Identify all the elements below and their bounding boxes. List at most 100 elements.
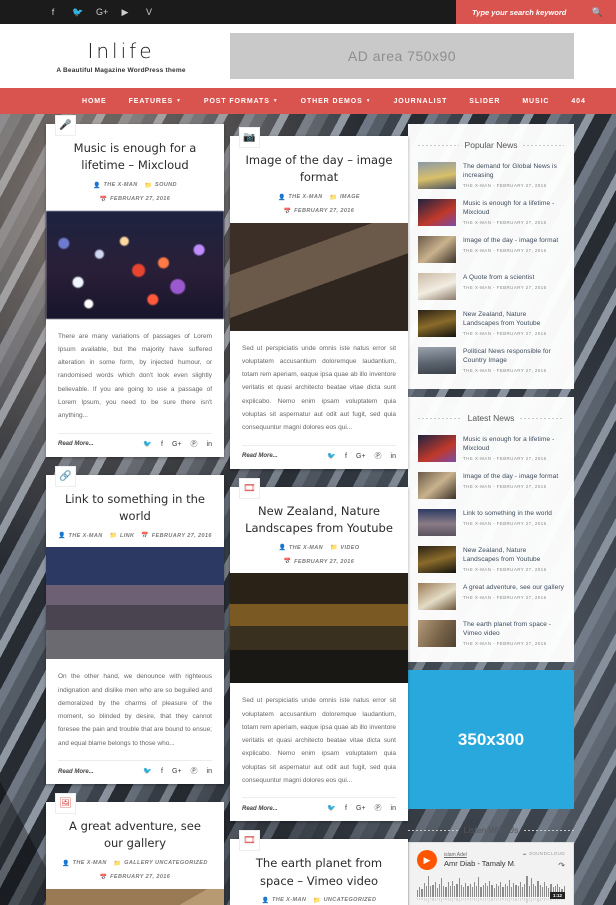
news-list-item[interactable]: A Quote from a scientist THE X-MAN - FEB… — [418, 268, 564, 305]
news-thumbnail[interactable] — [418, 620, 456, 647]
post-author[interactable]: 👤 THE X-MAN — [62, 860, 107, 867]
google-plus-icon[interactable]: G+ — [172, 441, 182, 448]
news-list-item[interactable]: New Zealand, Nature Landscapes from Yout… — [418, 541, 564, 578]
news-title[interactable]: The earth planet from space - Vimeo vide… — [463, 620, 564, 638]
twitter-icon[interactable]: 🐦 — [72, 7, 83, 17]
news-title[interactable]: Music is enough for a lifetime - Mixclou… — [463, 435, 564, 453]
post-author[interactable]: 👤 THE X-MAN — [278, 194, 323, 201]
news-thumbnail[interactable] — [418, 546, 456, 573]
news-thumbnail[interactable] — [418, 509, 456, 536]
news-title[interactable]: A great adventure, see our gallery — [463, 583, 564, 592]
news-title[interactable]: Image of the day - image format — [463, 236, 564, 245]
news-list-item[interactable]: Image of the day - image format THE X-MA… — [418, 231, 564, 268]
nav-item-post-formats[interactable]: POST FORMATS ▼ — [204, 98, 279, 105]
read-more-link[interactable]: Read More... — [242, 806, 278, 812]
google-plus-icon[interactable]: G+ — [96, 7, 108, 17]
pinterest-icon[interactable]: Ⓟ — [191, 441, 198, 448]
news-title[interactable]: Political News responsible for Country I… — [463, 347, 564, 365]
pinterest-icon[interactable]: Ⓟ — [375, 453, 382, 460]
post-category[interactable]: 📁 UNCATEGORIZED — [313, 897, 376, 904]
twitter-icon[interactable]: 🐦 — [143, 768, 152, 775]
read-more-link[interactable]: Read More... — [58, 441, 94, 447]
facebook-icon[interactable]: f — [345, 805, 347, 812]
news-list-item[interactable]: The earth planet from space - Vimeo vide… — [418, 615, 564, 652]
news-title[interactable]: New Zealand, Nature Landscapes from Yout… — [463, 310, 564, 328]
news-list-item[interactable]: Link to something in the world THE X-MAN… — [418, 504, 564, 541]
search-input[interactable] — [472, 7, 585, 17]
news-title[interactable]: A Quote from a scientist — [463, 273, 564, 282]
twitter-icon[interactable]: 🐦 — [327, 453, 336, 460]
post-card[interactable]: 🎞 The earth planet from space – Vimeo vi… — [230, 830, 408, 905]
news-title[interactable]: The demand for Global News is increasing — [463, 162, 564, 180]
news-list-item[interactable]: New Zealand, Nature Landscapes from Yout… — [418, 305, 564, 342]
news-thumbnail[interactable] — [418, 162, 456, 189]
news-title[interactable]: New Zealand, Nature Landscapes from Yout… — [463, 546, 564, 564]
google-plus-icon[interactable]: G+ — [172, 768, 182, 775]
post-card[interactable]: 🖼 A great adventure, see our gallery 👤 TH… — [46, 793, 224, 905]
post-thumbnail[interactable] — [46, 210, 224, 319]
nav-item-home[interactable]: HOME — [82, 98, 107, 105]
news-thumbnail[interactable] — [418, 236, 456, 263]
news-list-item[interactable]: Political News responsible for Country I… — [418, 342, 564, 379]
news-list-item[interactable]: Music is enough for a lifetime - Mixclou… — [418, 430, 564, 467]
news-list-item[interactable]: Image of the day - image format THE X-MA… — [418, 467, 564, 504]
post-title[interactable]: Image of the day – image format — [242, 152, 396, 187]
facebook-icon[interactable]: f — [345, 453, 347, 460]
post-title[interactable]: Link to something in the world — [58, 491, 212, 526]
linkedin-icon[interactable]: in — [207, 441, 212, 448]
post-card[interactable]: 📷 Image of the day – image format 👤 THE X… — [230, 127, 408, 469]
facebook-icon[interactable]: f — [161, 768, 163, 775]
post-card[interactable]: 🎤 Music is enough for a lifetime – Mixcl… — [46, 115, 224, 457]
post-card[interactable]: 🔗 Link to something in the world 👤 THE X-… — [46, 465, 224, 785]
news-title[interactable]: Link to something in the world — [463, 509, 564, 518]
pinterest-icon[interactable]: Ⓟ — [375, 805, 382, 812]
search-box[interactable]: 🔍 — [456, 0, 616, 24]
news-list-item[interactable]: A great adventure, see our gallery THE X… — [418, 578, 564, 615]
post-thumbnail[interactable] — [230, 222, 408, 331]
post-category[interactable]: 📁 VIDEO — [330, 544, 360, 552]
nav-item-features[interactable]: FEATURES ▼ — [129, 98, 182, 105]
news-title[interactable]: Image of the day - image format — [463, 472, 564, 481]
google-plus-icon[interactable]: G+ — [356, 805, 366, 812]
post-author[interactable]: 👤 THE X-MAN — [278, 544, 323, 552]
news-thumbnail[interactable] — [418, 273, 456, 300]
post-title[interactable]: New Zealand, Nature Landscapes from Yout… — [242, 503, 396, 538]
play-button-icon[interactable]: ▶ — [417, 850, 437, 870]
ad-banner-350x300[interactable]: 350x300 — [408, 670, 574, 809]
post-title[interactable]: The earth planet from space – Vimeo vide… — [242, 855, 396, 890]
ad-banner-750x90[interactable]: AD area 750x90 — [230, 33, 574, 79]
post-author[interactable]: 👤 THE X-MAN — [58, 532, 103, 540]
soundcloud-player[interactable]: ▶ islam Adel Amr Diab - Tamaly M... ☁ SO… — [408, 842, 574, 905]
facebook-icon[interactable]: f — [161, 441, 163, 448]
news-thumbnail[interactable] — [418, 347, 456, 374]
nav-item-journalist[interactable]: JOURNALIST — [394, 98, 448, 105]
twitter-icon[interactable]: 🐦 — [143, 441, 152, 448]
news-title[interactable]: Music is enough for a lifetime - Mixclou… — [463, 199, 564, 217]
google-plus-icon[interactable]: G+ — [356, 453, 366, 460]
post-category[interactable]: 📁 LINK — [110, 532, 135, 540]
post-author[interactable]: 👤 THE X-MAN — [93, 182, 138, 189]
news-thumbnail[interactable] — [418, 435, 456, 462]
post-title[interactable]: Music is enough for a lifetime – Mixclou… — [58, 140, 212, 175]
linkedin-icon[interactable]: in — [391, 805, 396, 812]
post-thumbnail[interactable] — [46, 547, 224, 660]
waveform[interactable]: 1:12 — [417, 875, 565, 905]
nav-item-slider[interactable]: SLIDER — [469, 98, 500, 105]
twitter-icon[interactable]: 🐦 — [327, 805, 336, 812]
post-category[interactable]: 📁 SOUND — [145, 182, 177, 189]
post-author[interactable]: 👤 THE X-MAN — [262, 897, 307, 904]
post-thumbnail[interactable] — [46, 888, 224, 905]
news-list-item[interactable]: Music is enough for a lifetime - Mixclou… — [418, 194, 564, 231]
nav-item-other-demos[interactable]: OTHER DEMOS ▼ — [301, 98, 372, 105]
nav-item-music[interactable]: MUSIC — [522, 98, 549, 105]
news-thumbnail[interactable] — [418, 472, 456, 499]
linkedin-icon[interactable]: in — [207, 768, 212, 775]
site-logo[interactable]: Inlife A Beautiful Magazine WordPress th… — [0, 39, 230, 74]
post-thumbnail[interactable] — [230, 573, 408, 684]
news-thumbnail[interactable] — [418, 199, 456, 226]
news-list-item[interactable]: The demand for Global News is increasing… — [418, 157, 564, 194]
post-card[interactable]: 🎞 New Zealand, Nature Landscapes from Yo… — [230, 477, 408, 822]
youtube-icon[interactable]: ▶ — [120, 7, 130, 17]
facebook-icon[interactable]: f — [48, 7, 58, 17]
search-icon[interactable]: 🔍 — [592, 7, 603, 18]
